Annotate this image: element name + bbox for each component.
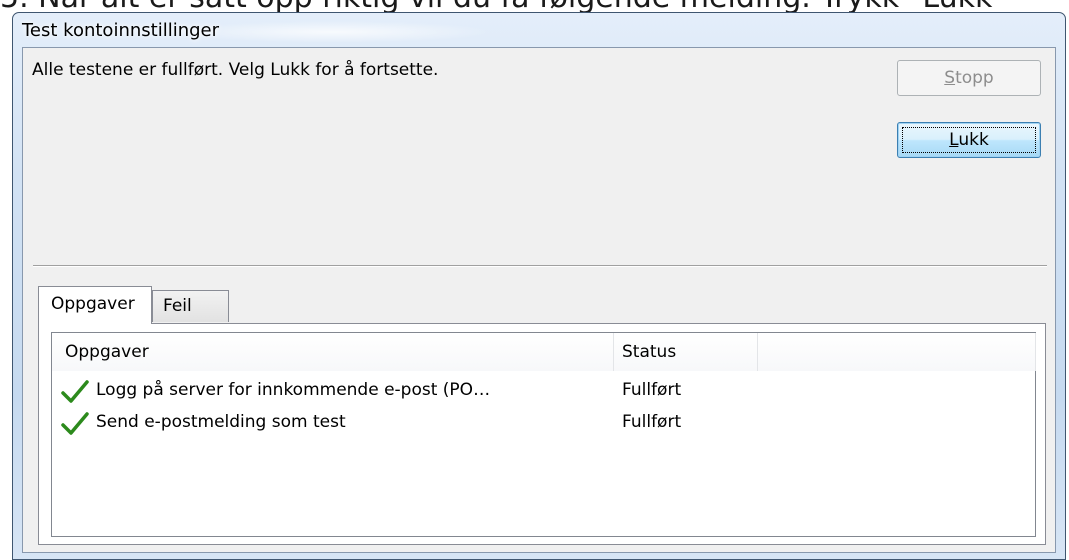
separator <box>33 265 1047 267</box>
column-header-empty[interactable] <box>758 333 1036 371</box>
close-accel: L <box>949 130 959 150</box>
check-icon <box>61 380 89 403</box>
stop-button[interactable]: Stopp <box>897 60 1041 96</box>
close-label: ukk <box>958 130 989 150</box>
column-header-status[interactable]: Status <box>614 333 758 371</box>
dialog-client-area: Alle testene er fullført. Velg Lukk for … <box>22 47 1056 553</box>
title-bar[interactable]: Test kontoinnstillinger <box>13 13 1065 47</box>
dialog-title: Test kontoinnstillinger <box>22 20 220 41</box>
check-icon <box>61 412 89 435</box>
list-item[interactable]: Send e-postmelding som test Fullført <box>52 407 1035 439</box>
list-item[interactable]: Logg på server for innkommende e-post (P… <box>52 375 1035 407</box>
tab-feil[interactable]: Feil <box>152 290 229 322</box>
status-message: Alle testene er fullført. Velg Lukk for … <box>32 60 439 80</box>
column-header-tasks[interactable]: Oppgaver <box>52 333 614 371</box>
task-name: Send e-postmelding som test <box>96 412 346 432</box>
task-status: Fullført <box>622 412 682 432</box>
task-list[interactable]: Oppgaver Status Logg på server for innko… <box>51 332 1036 537</box>
close-button[interactable]: Lukk <box>897 122 1041 158</box>
stop-label: topp <box>955 68 994 88</box>
task-status: Fullført <box>622 380 682 400</box>
tab-oppgaver[interactable]: Oppgaver <box>38 286 152 324</box>
list-header: Oppgaver Status <box>52 333 1036 371</box>
test-account-settings-dialog: Test kontoinnstillinger Alle testene er … <box>12 12 1066 560</box>
stop-accel: S <box>944 68 956 88</box>
title-glow <box>173 21 493 43</box>
tab-panel: Oppgaver Status Logg på server for innko… <box>38 323 1046 545</box>
task-name: Logg på server for innkommende e-post (P… <box>96 380 491 400</box>
